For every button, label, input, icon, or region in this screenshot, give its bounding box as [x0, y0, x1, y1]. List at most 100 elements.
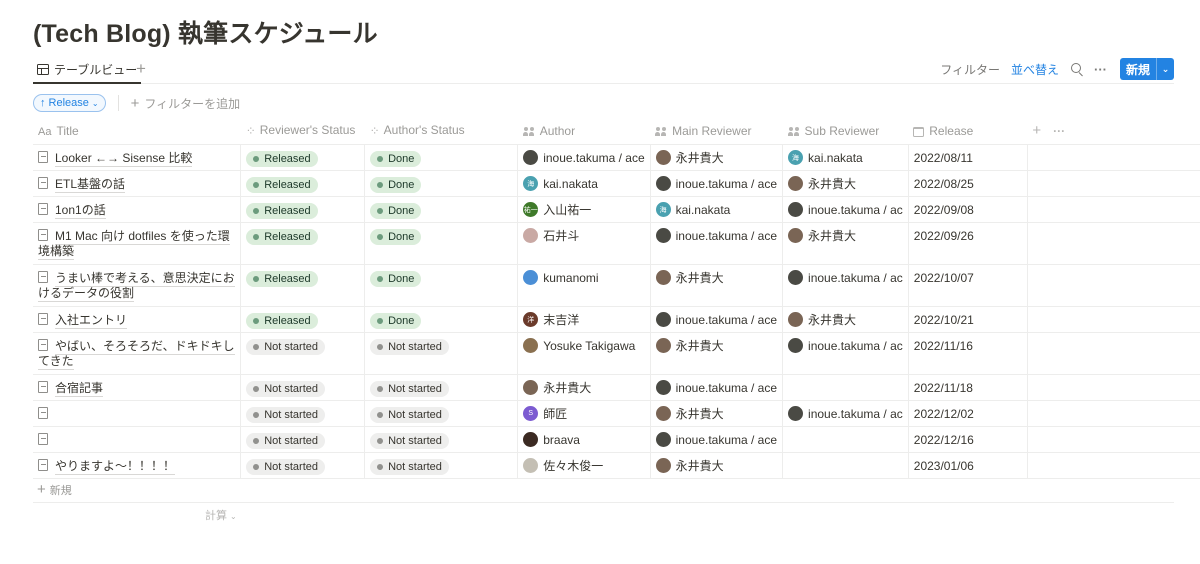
cell-main-reviewer[interactable]: inoue.takuma / ace	[649, 426, 783, 453]
cell-release[interactable]: 2022/08/25	[907, 170, 1028, 197]
page-title-link[interactable]: やりますよ〜！！！！	[55, 458, 176, 475]
table-row[interactable]: 入社エントリ Released Done 洋末吉洋 inoue.takuma / ace…	[33, 306, 1200, 333]
sort-button[interactable]: 並べ替え	[1011, 61, 1059, 78]
cell-main-reviewer[interactable]: 永井貴大	[649, 264, 783, 307]
new-button[interactable]: 新規	[1120, 58, 1156, 80]
cell-title[interactable]: M1 Mac 向け dotfiles を使った環境構築	[33, 222, 241, 265]
cell-author[interactable]: 石井斗	[517, 222, 651, 265]
column-header-author[interactable]: Author	[517, 118, 651, 145]
cell-author[interactable]: 洋末吉洋	[517, 306, 651, 333]
cell-reviewer-status[interactable]: Released	[240, 170, 365, 197]
table-row[interactable]: M1 Mac 向け dotfiles を使った環境構築 Released Done 石…	[33, 222, 1200, 265]
cell-release[interactable]: 2023/01/06	[907, 452, 1028, 479]
cell-sub-reviewer[interactable]: inoue.takuma / ac	[782, 264, 909, 307]
cell-main-reviewer[interactable]: 永井貴大	[649, 332, 783, 375]
cell-reviewer-status[interactable]: Not started	[240, 332, 365, 375]
cell-author-status[interactable]: Done	[364, 264, 518, 307]
filter-button[interactable]: フィルター	[940, 61, 1000, 78]
add-view-icon[interactable]: +	[136, 59, 146, 79]
cell-reviewer-status[interactable]: Released	[240, 306, 365, 333]
cell-title[interactable]: Looker ←→ Sisense 比較	[33, 144, 241, 171]
cell-main-reviewer[interactable]: 永井貴大	[649, 400, 783, 427]
add-row-button[interactable]: + 新規	[33, 477, 1174, 503]
table-row[interactable]: やりますよ〜！！！！ Not started Not started 佐々木俊一 永井貴…	[33, 452, 1200, 479]
table-row[interactable]: Not started Not started braava inoue.takuma…	[33, 426, 1200, 453]
cell-reviewer-status[interactable]: Not started	[240, 426, 365, 453]
more-icon[interactable]: ···	[1094, 62, 1107, 77]
cell-author-status[interactable]: Not started	[364, 374, 518, 401]
cell-sub-reviewer[interactable]: inoue.takuma / ac	[782, 400, 909, 427]
cell-release[interactable]: 2022/08/11	[907, 144, 1028, 171]
cell-reviewer-status[interactable]: Released	[240, 196, 365, 223]
column-header-sub-reviewer[interactable]: Sub Reviewer	[782, 118, 909, 145]
cell-reviewer-status[interactable]: Not started	[240, 452, 365, 479]
tab-table-view[interactable]: テーブルビュー	[33, 56, 142, 84]
column-header-release[interactable]: Release	[908, 118, 1028, 145]
column-header-reviewer-status[interactable]: ⁘ Reviewer's Status	[240, 118, 365, 145]
cell-reviewer-status[interactable]: Released	[240, 144, 365, 171]
cell-release[interactable]: 2022/12/02	[907, 400, 1028, 427]
cell-title[interactable]: うまい棒で考える、意思決定におけるデータの役割	[33, 264, 241, 307]
cell-sub-reviewer[interactable]: 海 kai.nakata	[782, 144, 909, 171]
cell-title[interactable]: 合宿記事	[33, 374, 241, 401]
page-title-link[interactable]: 合宿記事	[55, 380, 104, 397]
cell-sub-reviewer[interactable]: inoue.takuma / ac	[782, 196, 909, 223]
cell-main-reviewer[interactable]: inoue.takuma / ace	[649, 374, 783, 401]
cell-sub-reviewer[interactable]: inoue.takuma / ac	[782, 332, 909, 375]
cell-reviewer-status[interactable]: Not started	[240, 374, 365, 401]
cell-main-reviewer[interactable]: 永井貴大	[649, 452, 783, 479]
cell-sub-reviewer[interactable]	[782, 452, 909, 479]
cell-release[interactable]: 2022/10/21	[907, 306, 1028, 333]
cell-author[interactable]: inoue.takuma / ace	[517, 144, 651, 171]
table-row[interactable]: ETL基盤の話 Released Done 海 kai.nakata inoue.taku…	[33, 170, 1200, 197]
cell-release[interactable]: 2022/12/16	[907, 426, 1028, 453]
cell-title[interactable]	[33, 400, 241, 427]
cell-sub-reviewer[interactable]: 永井貴大	[782, 306, 909, 333]
cell-sub-reviewer[interactable]	[782, 374, 909, 401]
page-title-link[interactable]: やばい、そろそろだ、ドキドキしてきた	[38, 338, 235, 370]
cell-author[interactable]: S 師匠	[517, 400, 651, 427]
cell-author[interactable]: 佐々木俊一	[517, 452, 651, 479]
cell-author-status[interactable]: Done	[364, 196, 518, 223]
page-title-link[interactable]: ETL基盤の話	[55, 176, 126, 193]
cell-title[interactable]: 入社エントリ	[33, 306, 241, 333]
cell-author-status[interactable]: Not started	[364, 400, 518, 427]
page-title-link[interactable]: うまい棒で考える、意思決定におけるデータの役割	[38, 270, 235, 302]
cell-release[interactable]: 2022/10/07	[907, 264, 1028, 307]
cell-author-status[interactable]: Not started	[364, 426, 518, 453]
cell-reviewer-status[interactable]: Not started	[240, 400, 365, 427]
table-row[interactable]: うまい棒で考える、意思決定におけるデータの役割 Released Done kuman…	[33, 264, 1200, 307]
cell-title[interactable]: 1on1の話	[33, 196, 241, 223]
cell-sub-reviewer[interactable]: 永井貴大	[782, 222, 909, 265]
cell-main-reviewer[interactable]: inoue.takuma / ace	[649, 222, 783, 265]
page-title-link[interactable]: M1 Mac 向け dotfiles を使った環境構築	[38, 228, 230, 260]
table-row[interactable]: Looker ←→ Sisense 比較 Released Done inoue.ta…	[33, 144, 1200, 171]
column-header-author-status[interactable]: ⁘ Author's Status	[364, 118, 518, 145]
cell-author[interactable]: kumanomi	[517, 264, 651, 307]
cell-author-status[interactable]: Done	[364, 170, 518, 197]
cell-author-status[interactable]: Not started	[364, 332, 518, 375]
sort-chip-release[interactable]: ↑ Release ⌄	[33, 94, 106, 112]
add-filter-button[interactable]: + フィルターを追加	[131, 95, 241, 112]
column-header-title[interactable]: Aa Title	[33, 118, 241, 145]
cell-main-reviewer[interactable]: inoue.takuma / ace	[649, 306, 783, 333]
page-title-link[interactable]: 1on1の話	[55, 202, 106, 219]
cell-title[interactable]: やばい、そろそろだ、ドキドキしてきた	[33, 332, 241, 375]
add-column-icon[interactable]: +	[1032, 122, 1041, 139]
cell-main-reviewer[interactable]: 海 kai.nakata	[649, 196, 783, 223]
table-row[interactable]: やばい、そろそろだ、ドキドキしてきた Not started Not started…	[33, 332, 1200, 375]
table-row[interactable]: 合宿記事 Not started Not started 永井貴大 inoue.taku…	[33, 374, 1200, 401]
cell-title[interactable]: やりますよ〜！！！！	[33, 452, 241, 479]
column-header-main-reviewer[interactable]: Main Reviewer	[650, 118, 783, 145]
cell-author-status[interactable]: Done	[364, 222, 518, 265]
cell-author-status[interactable]: Done	[364, 306, 518, 333]
cell-title[interactable]	[33, 426, 241, 453]
table-row[interactable]: 1on1の話 Released Done 祐一 入山祐一海 kai.nakata inoue…	[33, 196, 1200, 223]
cell-author[interactable]: braava	[517, 426, 651, 453]
cell-release[interactable]: 2022/11/18	[907, 374, 1028, 401]
more-icon[interactable]: ···	[1053, 124, 1065, 138]
cell-release[interactable]: 2022/11/16	[907, 332, 1028, 375]
cell-sub-reviewer[interactable]: 永井貴大	[782, 170, 909, 197]
search-icon[interactable]	[1070, 62, 1084, 76]
cell-reviewer-status[interactable]: Released	[240, 222, 365, 265]
